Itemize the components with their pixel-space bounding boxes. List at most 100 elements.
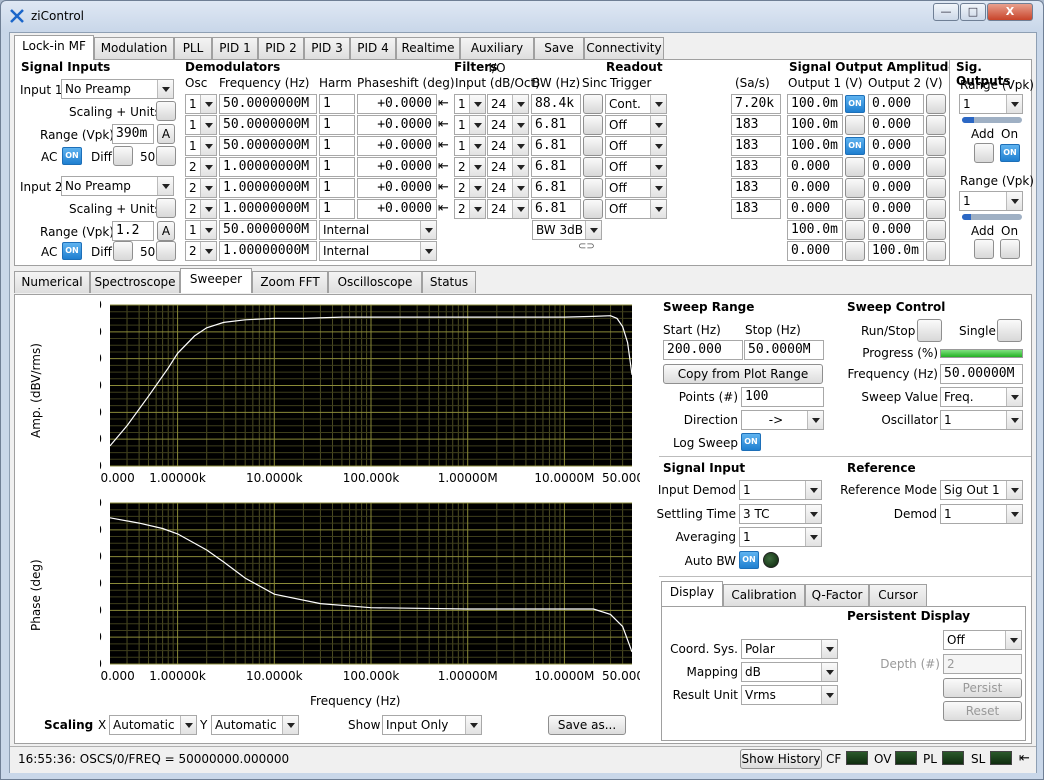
tab-pll[interactable]: PLL — [174, 37, 212, 59]
output2-amplitude-field[interactable]: 0.000 — [868, 115, 924, 135]
filter-input-select[interactable]: 1 — [454, 94, 486, 114]
input2-auto-range-button[interactable]: A — [157, 221, 175, 241]
out2-range-select[interactable]: 1 — [959, 191, 1023, 211]
show-history-button[interactable]: Show History — [740, 749, 822, 769]
reset-button[interactable]: Reset — [943, 701, 1022, 721]
direction-select[interactable]: -> — [741, 410, 824, 430]
link-icon[interactable]: ⊂⊃ — [578, 241, 595, 252]
input2-50ohm-toggle[interactable] — [156, 241, 176, 261]
rate-field[interactable]: 183 — [731, 115, 781, 135]
mapping-select[interactable]: dB — [741, 662, 838, 682]
input2-scaling-button[interactable] — [156, 198, 176, 218]
tab-modulation[interactable]: Modulation — [94, 37, 174, 59]
amplitude-plot[interactable]: -16.000 -18.000 -20.000 -22.000 -24.000 -26.0… — [100, 300, 640, 487]
output2-enable-toggle[interactable] — [926, 115, 946, 135]
demod-harm-field[interactable]: 1 — [319, 178, 355, 198]
output1-enable-toggle[interactable]: ON — [845, 137, 865, 155]
log-sweep-toggle[interactable]: ON — [741, 433, 761, 451]
output1-amplitude-field[interactable]: 0.000 — [787, 199, 843, 219]
result-unit-select[interactable]: Vrms — [741, 685, 838, 705]
tab-pid-2[interactable]: PID 2 — [258, 37, 304, 59]
output1-enable-toggle[interactable] — [845, 178, 865, 198]
trigger-select[interactable]: Off — [605, 178, 667, 198]
rate-field[interactable]: 7.20k — [731, 94, 781, 114]
save-as-button[interactable]: Save as... — [548, 715, 626, 735]
persist-button[interactable]: Persist — [943, 678, 1022, 698]
output2-amplitude-field[interactable]: 100.0m — [868, 241, 924, 261]
input2-diff-toggle[interactable] — [113, 241, 133, 261]
input1-ac-toggle[interactable]: ON — [62, 147, 82, 165]
demod-osc-select[interactable]: 2 — [185, 157, 217, 177]
filter-bw-field[interactable]: 6.81 — [531, 178, 581, 198]
filter-input-select[interactable]: 1 — [454, 115, 486, 135]
demod-osc-select[interactable]: 2 — [185, 199, 217, 219]
output2-enable-toggle[interactable] — [926, 220, 946, 240]
trigger-select[interactable]: Cont. — [605, 94, 667, 114]
rate-field[interactable]: 183 — [731, 178, 781, 198]
filter-order-select[interactable]: 24 — [487, 136, 529, 156]
output1-amplitude-field[interactable]: 100.0m — [787, 136, 843, 156]
output1-amplitude-field[interactable]: 100.0m — [787, 220, 843, 240]
output1-amplitude-field[interactable]: 100.0m — [787, 115, 843, 135]
demod-osc-select[interactable]: 1 — [185, 115, 217, 135]
demod-osc-select[interactable]: 1 — [185, 220, 217, 240]
input2-ac-toggle[interactable]: ON — [62, 242, 82, 260]
trigger-select[interactable]: Off — [605, 115, 667, 135]
link-arrow-icon[interactable]: ⇤ — [438, 96, 449, 111]
filter-order-select[interactable]: 24 — [487, 157, 529, 177]
output2-enable-toggle[interactable] — [926, 136, 946, 156]
demod-frequency-field[interactable]: 50.0000000M — [219, 115, 317, 135]
auto-bw-toggle[interactable]: ON — [739, 551, 759, 569]
link-arrow-icon[interactable]: ⇤ — [438, 138, 449, 153]
input1-50ohm-toggle[interactable] — [156, 146, 176, 166]
demod-phase-field[interactable]: +0.0000 — [357, 94, 437, 114]
demod-phase-field[interactable]: +0.0000 — [357, 136, 437, 156]
output2-enable-toggle[interactable] — [926, 199, 946, 219]
demod-phase-field[interactable]: +0.0000 — [357, 115, 437, 135]
output1-enable-toggle[interactable] — [845, 199, 865, 219]
rate-field[interactable]: 183 — [731, 199, 781, 219]
x-scaling-select[interactable]: Automatic — [109, 715, 197, 735]
output2-amplitude-field[interactable]: 0.000 — [868, 199, 924, 219]
rate-field[interactable]: 183 — [731, 157, 781, 177]
demod-harm-field[interactable]: 1 — [319, 199, 355, 219]
demod-frequency-field[interactable]: 1.00000000M — [219, 178, 317, 198]
demod-osc-select[interactable]: 2 — [185, 241, 217, 261]
demod-phase-field[interactable]: +0.0000 — [357, 199, 437, 219]
tab-realtime[interactable]: Realtime — [396, 37, 460, 59]
phase-plot[interactable]: 80.00060.00040.00020.0000.000-20.000-40.… — [100, 498, 640, 685]
demod-harm-field[interactable]: 1 — [319, 115, 355, 135]
filter-input-select[interactable]: 2 — [454, 199, 486, 219]
link-arrow-icon[interactable]: ⇤ — [438, 180, 449, 195]
tab-save[interactable]: Save — [534, 37, 584, 59]
demod-osc-select[interactable]: 1 — [185, 136, 217, 156]
filter-bw-field[interactable]: 6.81 — [531, 115, 581, 135]
y-scaling-select[interactable]: Automatic — [211, 715, 299, 735]
output2-enable-toggle[interactable] — [926, 94, 946, 114]
input1-range-field[interactable]: 390m — [112, 124, 154, 144]
filter-bw-field[interactable]: 6.81 — [531, 157, 581, 177]
input2-preamp-select[interactable]: No Preamp — [61, 176, 174, 196]
tab-cursor[interactable]: Cursor — [869, 584, 927, 606]
output1-amplitude-field[interactable]: 0.000 — [787, 241, 843, 261]
link-arrow-icon[interactable]: ⇤ — [438, 117, 449, 132]
demod-osc-select[interactable]: 2 — [185, 178, 217, 198]
maximize-button[interactable]: □ — [960, 3, 986, 21]
input1-scaling-button[interactable] — [156, 101, 176, 121]
link-arrow-icon[interactable]: ⇤ — [438, 159, 449, 174]
tab-pid-3[interactable]: PID 3 — [304, 37, 350, 59]
demod-osc-select[interactable]: 1 — [185, 94, 217, 114]
sinc-toggle[interactable] — [583, 115, 603, 135]
tab-numerical[interactable]: Numerical — [14, 271, 90, 293]
filter-bw-field[interactable]: 6.81 — [531, 199, 581, 219]
demod-frequency-field[interactable]: 50.0000000M — [219, 94, 317, 114]
persistent-mode-select[interactable]: Off — [943, 630, 1022, 650]
sweep-value-select[interactable]: Freq. — [940, 387, 1023, 407]
trigger-select[interactable]: Off — [605, 136, 667, 156]
link-arrow-icon[interactable]: ⇤ — [438, 201, 449, 216]
tab-sweeper[interactable]: Sweeper — [180, 268, 252, 293]
output2-amplitude-field[interactable]: 0.000 — [868, 178, 924, 198]
input1-auto-range-button[interactable]: A — [157, 124, 175, 144]
sinc-toggle[interactable] — [583, 178, 603, 198]
output1-enable-toggle[interactable] — [845, 115, 865, 135]
